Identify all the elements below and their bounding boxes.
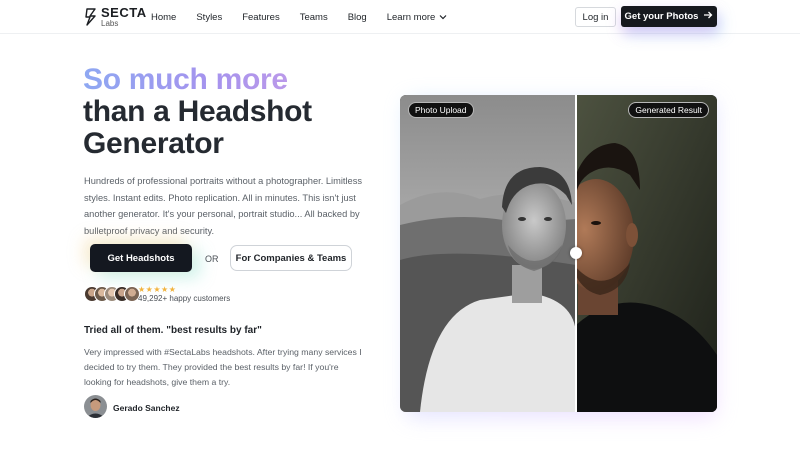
logo-icon xyxy=(84,7,98,27)
photo-upload-label: Photo Upload xyxy=(408,102,474,118)
logo-subtitle: Labs xyxy=(101,19,119,28)
logo-title: SECTA xyxy=(101,5,147,20)
top-nav: SECTA Labs Home Styles Features Teams Bl… xyxy=(0,0,800,34)
slider-handle[interactable] xyxy=(570,247,582,259)
or-separator: OR xyxy=(205,254,219,264)
get-photos-button[interactable]: Get your Photos xyxy=(621,6,717,27)
nav-blog[interactable]: Blog xyxy=(348,12,367,23)
nav-features[interactable]: Features xyxy=(242,12,280,23)
arrow-right-icon xyxy=(703,11,713,22)
nav-learn-more-label: Learn more xyxy=(386,12,436,23)
headline-line-2: than a Headshot xyxy=(83,95,312,128)
login-button[interactable]: Log in xyxy=(575,7,616,27)
nav-home[interactable]: Home xyxy=(151,12,176,23)
hero-description: Hundreds of professional portraits witho… xyxy=(84,176,363,236)
comparison-slider[interactable]: Photo Upload Generated Result xyxy=(400,95,717,412)
chevron-down-icon xyxy=(439,12,447,23)
get-photos-label: Get your Photos xyxy=(624,11,699,22)
author-name: Gerado Sanchez xyxy=(113,403,180,413)
testimonial-body: Very impressed with #SectaLabs headshots… xyxy=(84,347,362,387)
headline-line-3: Generator xyxy=(83,127,224,160)
get-headshots-button[interactable]: Get Headshots xyxy=(90,244,192,272)
logo[interactable]: SECTA Labs xyxy=(84,6,147,28)
customer-count: 49,292+ happy customers xyxy=(138,294,231,303)
comparison-image xyxy=(400,95,717,412)
customer-avatars xyxy=(84,286,140,302)
companies-teams-button[interactable]: For Companies & Teams xyxy=(230,245,352,271)
generated-result-label: Generated Result xyxy=(628,102,709,118)
headline-accent: So much more xyxy=(83,64,312,96)
nav-learn-more[interactable]: Learn more xyxy=(387,12,448,23)
nav-styles[interactable]: Styles xyxy=(196,12,222,23)
rating-stars: ★★★★★ xyxy=(138,285,177,294)
hero-headline: So much more than a Headshot Generator xyxy=(83,64,312,160)
author-avatar xyxy=(84,395,107,418)
nav-teams[interactable]: Teams xyxy=(300,12,328,23)
testimonial-title: Tried all of them. "best results by far" xyxy=(84,325,262,336)
